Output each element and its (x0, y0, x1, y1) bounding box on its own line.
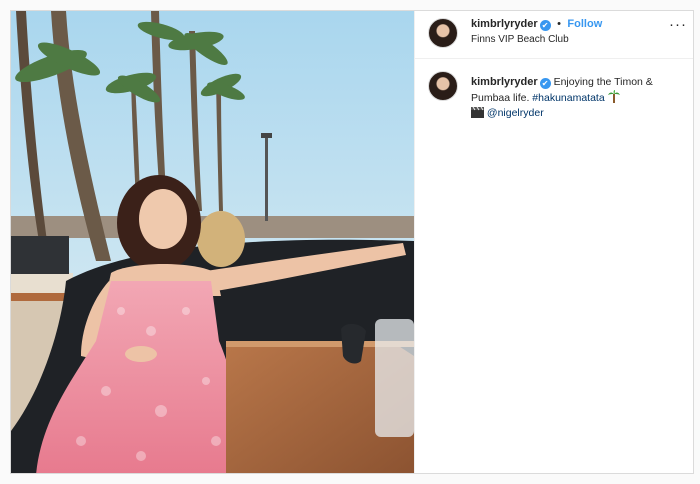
instagram-post: kimbrlyryder ✔ • Follow Finns VIP Beach C… (10, 10, 694, 474)
separator-dot: • (557, 18, 561, 30)
beach-club-photo (11, 11, 414, 473)
post-header: kimbrlyryder ✔ • Follow Finns VIP Beach C… (415, 11, 693, 59)
caption-comment: kimbrlyryder ✔ Enjoying the Timon & Pumba… (415, 59, 693, 121)
verified-badge-icon: ✔ (539, 20, 551, 31)
hashtag-link[interactable]: #hakunamatata (532, 92, 604, 104)
post-side-panel: kimbrlyryder ✔ • Follow Finns VIP Beach C… (414, 11, 693, 473)
palm-tree-emoji-icon (607, 90, 620, 103)
clapperboard-emoji-icon (471, 107, 484, 118)
mention-link[interactable]: @nigelryder (487, 107, 544, 119)
more-options-icon[interactable]: ··· (669, 17, 687, 35)
post-photo[interactable] (11, 11, 414, 473)
header-text: kimbrlyryder ✔ • Follow Finns VIP Beach C… (471, 15, 602, 47)
caption-username-link[interactable]: kimbrlyryder (471, 76, 538, 88)
avatar[interactable] (428, 18, 458, 48)
verified-badge-icon: ✔ (539, 78, 551, 89)
username-link[interactable]: kimbrlyryder (471, 18, 538, 30)
caption-text: kimbrlyryder ✔ Enjoying the Timon & Pumba… (471, 75, 685, 121)
follow-button[interactable]: Follow (567, 18, 602, 30)
avatar[interactable] (428, 71, 458, 101)
location-link[interactable]: Finns VIP Beach Club (471, 32, 602, 47)
